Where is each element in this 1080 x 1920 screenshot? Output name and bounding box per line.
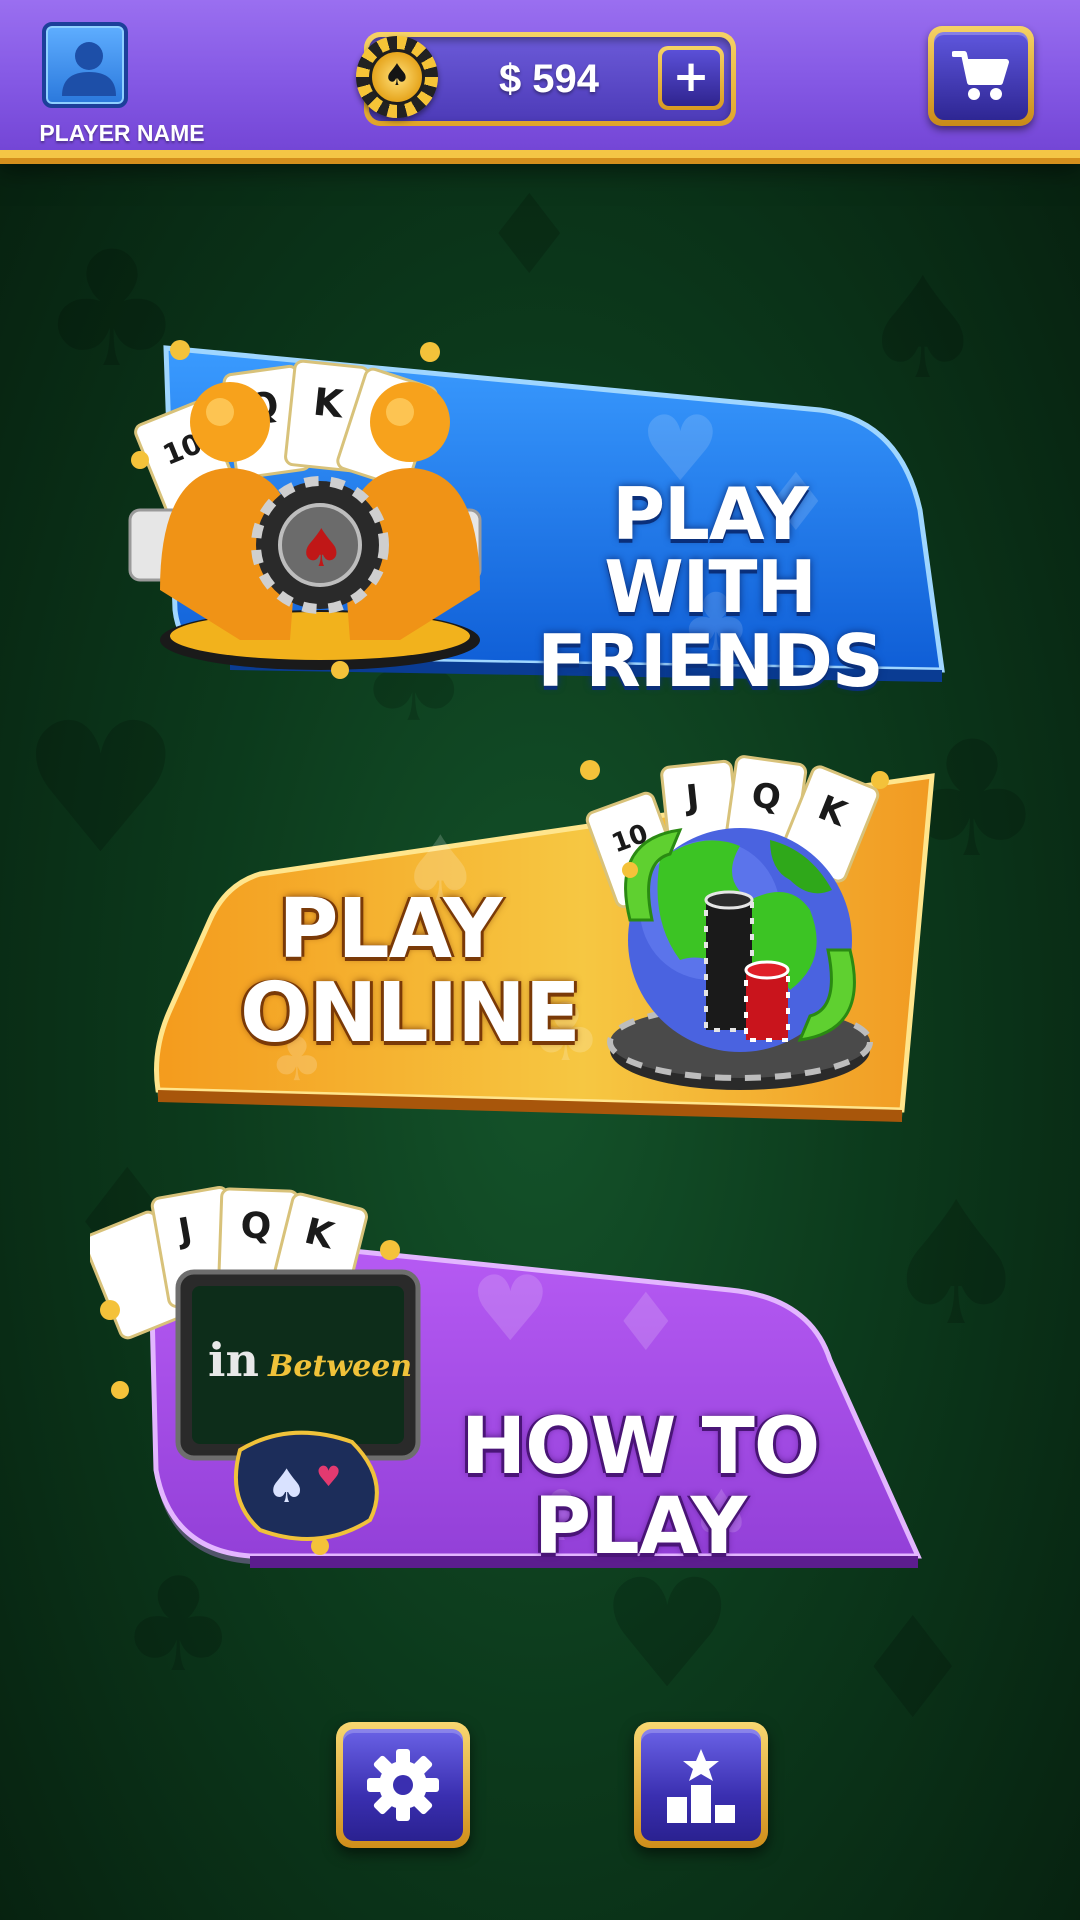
svg-text:♥: ♥ — [316, 1460, 341, 1493]
settings-button[interactable] — [336, 1722, 470, 1848]
how-to-play-illustration: J Q K in Between ♠ ♥ — [90, 1186, 421, 1555]
shop-cart-button[interactable] — [928, 26, 1034, 126]
svg-text:♥: ♥ — [470, 1257, 551, 1362]
add-coins-button[interactable]: + — [658, 46, 724, 110]
svg-text:Q: Q — [749, 775, 783, 819]
online-globe-illustration: 10 J Q K — [580, 755, 889, 1090]
leaderboard-podium-icon — [667, 1749, 735, 1823]
balance-amount: $ 594 — [498, 57, 600, 101]
gear-icon — [367, 1749, 439, 1821]
game-logo-in: in — [208, 1333, 259, 1387]
player-name-label: PLAYER NAME — [39, 120, 205, 146]
friends-table-illustration: 10 Q K A ♠ — [128, 340, 482, 679]
game-logo-between: Between — [267, 1349, 412, 1384]
how-to-play-button[interactable]: ♥ ♦ ♣ ♠ J Q K in Between ♠ ♥ HOW TO PLAY — [90, 1186, 940, 1580]
plus-icon: + — [662, 50, 720, 106]
svg-text:Q: Q — [240, 1205, 272, 1247]
poker-chip-icon: ♠ — [356, 36, 438, 118]
top-bar: PLAYER NAME ♠ $ 594 + — [0, 0, 1080, 158]
card-back-icon: ♠ ♥ — [233, 1430, 379, 1541]
poker-chip-icon: ♠ — [251, 476, 389, 614]
play-with-friends-button[interactable]: ♥ ♦ ♣ 10 Q K A — [120, 330, 950, 700]
play-online-label: PLAY ONLINE — [240, 882, 581, 1061]
user-icon — [62, 42, 116, 96]
leaderboard-button[interactable] — [634, 1722, 768, 1848]
play-with-friends-label: PLAY WITH FRIENDS — [537, 472, 883, 703]
svg-text:♠: ♠ — [298, 519, 345, 579]
player-avatar-button[interactable] — [42, 22, 128, 108]
how-to-play-label: HOW TO PLAY — [460, 1402, 820, 1572]
svg-text:♠: ♠ — [266, 1459, 307, 1513]
play-online-button[interactable]: ♠ ♣ ♣ PLAY ONLINE 10 J Q K — [150, 755, 950, 1130]
svg-text:♦: ♦ — [610, 1276, 682, 1369]
balance-display: ♠ $ 594 + — [356, 32, 736, 126]
shopping-cart-icon — [952, 51, 1009, 100]
